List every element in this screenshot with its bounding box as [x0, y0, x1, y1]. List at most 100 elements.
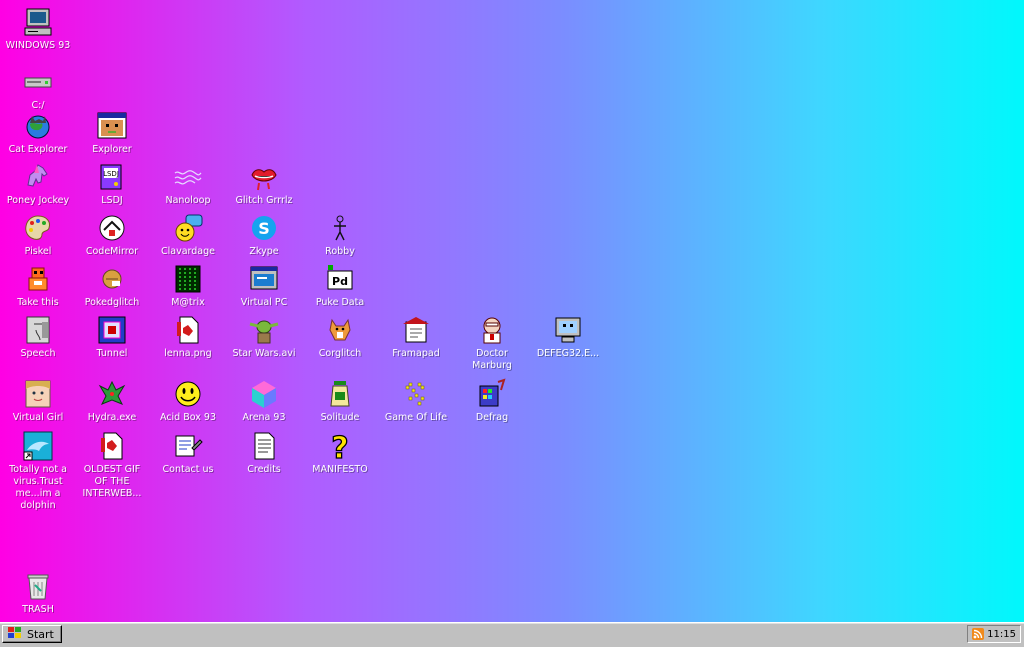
desktop-icon-totally-not-a-virus-trust-me-im-a-dolphin[interactable]: Totally not a virus.Trust me...im a dolp… — [2, 430, 74, 512]
desktop-icon-m-trix[interactable]: M@trix — [152, 263, 224, 309]
desktop-icon-label: Corglitch — [318, 348, 362, 359]
drive-icon — [22, 66, 54, 98]
desktop-icon-label: MANIFESTO — [312, 464, 368, 475]
desktop-icon-label: WINDOWS 93 — [5, 40, 71, 51]
game-of-life-icon — [400, 378, 432, 410]
desktop-icon-zkype[interactable]: S Zkype — [228, 212, 300, 258]
desktop-icon-label: Credits — [247, 464, 281, 475]
svg-text:Pd: Pd — [332, 275, 348, 288]
desktop-icon-solitude[interactable]: Solitude — [304, 378, 376, 424]
desktop-icon-piskel[interactable]: Piskel — [2, 212, 74, 258]
desktop-icon-label: CodeMirror — [85, 246, 139, 257]
desktop-icon-label: Glitch Grrrlz — [235, 195, 293, 206]
desktop-icon-label: Framapad — [392, 348, 440, 359]
desktop-icon-acid-box-93[interactable]: Acid Box 93 — [152, 378, 224, 424]
desktop-icon-label: lenna.png — [164, 348, 212, 359]
desktop-icon-poney-jockey[interactable]: Poney Jockey — [2, 161, 74, 207]
matrix-icon — [172, 263, 204, 295]
system-tray: 11:15 — [967, 625, 1021, 643]
desktop-icon-puke-data[interactable]: Pd Puke Data — [304, 263, 376, 309]
desktop-icon-label: Pokedglitch — [84, 297, 140, 308]
dolphin-shortcut-icon — [22, 430, 54, 462]
desktop-icon-c[interactable]: C:/ — [2, 66, 74, 112]
desktop-icon-trash[interactable]: TRASH — [2, 570, 74, 616]
desktop-icon-defeg32-e[interactable]: DEFEG32.E... — [532, 314, 604, 360]
desktop-icon-contact-us[interactable]: Contact us — [152, 430, 224, 476]
speech-face-icon — [22, 314, 54, 346]
image-file-icon — [172, 314, 204, 346]
desktop-icon-windows-93[interactable]: WINDOWS 93 — [2, 6, 74, 52]
desktop-icon-pokedglitch[interactable]: Pokedglitch — [76, 263, 148, 309]
desktop-icon-label: Robby — [325, 246, 355, 257]
start-label: Start — [27, 627, 54, 641]
desktop-icon-codemirror[interactable]: CodeMirror — [76, 212, 148, 258]
svg-text:S: S — [258, 219, 270, 238]
nanoloop-wave-icon — [172, 161, 204, 193]
desktop-icon-tunnel[interactable]: Tunnel — [76, 314, 148, 360]
doctor-icon — [476, 314, 508, 346]
tunnel-icon — [96, 314, 128, 346]
desktop-icon-credits[interactable]: Credits — [228, 430, 300, 476]
desktop-icon-take-this[interactable]: Take this — [2, 263, 74, 309]
document-icon — [248, 430, 280, 462]
lips-icon — [248, 161, 280, 193]
desktop-icon-label: Hydra.exe — [87, 412, 137, 423]
desktop-icon-doctor-marburg[interactable]: Doctor Marburg — [456, 314, 528, 372]
desktop-icon-explorer[interactable]: Explorer — [76, 110, 148, 156]
framapad-icon — [400, 314, 432, 346]
desktop-icon-arena-93[interactable]: Arena 93 — [228, 378, 300, 424]
desktop-icon-label: Virtual PC — [240, 297, 288, 308]
desktop-icon-label: Totally not a virus.Trust me...im a dolp… — [9, 464, 67, 511]
desktop-icon-virtual-pc[interactable]: Virtual PC — [228, 263, 300, 309]
windows-logo-icon — [7, 625, 23, 644]
start-button[interactable]: Start — [2, 625, 62, 643]
desktop-icon-cat-explorer[interactable]: Cat Explorer — [2, 110, 74, 156]
desktop-icon-star-wars-avi[interactable]: Star Wars.avi — [228, 314, 300, 360]
desktop-icon-nanoloop[interactable]: Nanoloop — [152, 161, 224, 207]
rss-icon[interactable] — [972, 625, 984, 644]
taskbar: Start 11:15 — [0, 622, 1024, 647]
solitude-icon — [324, 378, 356, 410]
clock: 11:15 — [987, 628, 1016, 640]
defrag-icon — [476, 378, 508, 410]
desktop-icon-label: Star Wars.avi — [232, 348, 296, 359]
desktop-icon-label: Tunnel — [96, 348, 128, 359]
desktop-icon-label: Solitude — [320, 412, 360, 423]
desktop-icon-game-of-life[interactable]: Game Of Life — [380, 378, 452, 424]
desktop-icon-lsdj[interactable]: LSDJ LSDJ — [76, 161, 148, 207]
desktop-icon-label: Contact us — [162, 464, 214, 475]
virtual-pc-icon — [248, 263, 280, 295]
lsdj-icon: LSDJ — [96, 161, 128, 193]
desktop-icon-label: Doctor Marburg — [472, 348, 512, 371]
stick-figure-icon — [324, 212, 356, 244]
desktop-icon-framapad[interactable]: Framapad — [380, 314, 452, 360]
desktop-icon-label: Nanoloop — [165, 195, 211, 206]
desktop-icon-manifesto[interactable]: ? MANIFESTO — [304, 430, 376, 476]
desktop-icon-hydra-exe[interactable]: Hydra.exe — [76, 378, 148, 424]
desktop-icon-label: Piskel — [24, 246, 52, 257]
desktop-icon-label: Acid Box 93 — [159, 412, 216, 423]
desktop-icon-robby[interactable]: Robby — [304, 212, 376, 258]
desktop-icon-virtual-girl[interactable]: Virtual Girl — [2, 378, 74, 424]
codemirror-icon — [96, 212, 128, 244]
svg-text:LSDJ: LSDJ — [103, 170, 119, 178]
contact-icon — [172, 430, 204, 462]
desktop-icon-label: DEFEG32.E... — [536, 348, 600, 359]
corgi-icon — [324, 314, 356, 346]
desktop-icon-glitch-grrrlz[interactable]: Glitch Grrrlz — [228, 161, 300, 207]
desktop-icon-label: Take this — [17, 297, 59, 308]
computer-icon — [22, 6, 54, 38]
desktop: WINDOWS 93 C:/ Cat Explorer Explorer Poney J… — [0, 0, 1024, 622]
desktop-icon-defrag[interactable]: Defrag — [456, 378, 528, 424]
gif-file-icon — [96, 430, 128, 462]
desktop-icon-corglitch[interactable]: Corglitch — [304, 314, 376, 360]
desktop-icon-speech[interactable]: Speech — [2, 314, 74, 360]
desktop-icon-label: Defrag — [475, 412, 509, 423]
desktop-icon-oldest-gif-of-the-interweb[interactable]: OLDEST GIF OF THE INTERWEB... — [76, 430, 148, 500]
monitor-face-icon — [552, 314, 584, 346]
pony-icon — [22, 161, 54, 193]
chat-smiley-icon — [172, 212, 204, 244]
desktop-icon-lenna-png[interactable]: lenna.png — [152, 314, 224, 360]
explorer-window-icon — [96, 110, 128, 142]
desktop-icon-clavardage[interactable]: Clavardage — [152, 212, 224, 258]
